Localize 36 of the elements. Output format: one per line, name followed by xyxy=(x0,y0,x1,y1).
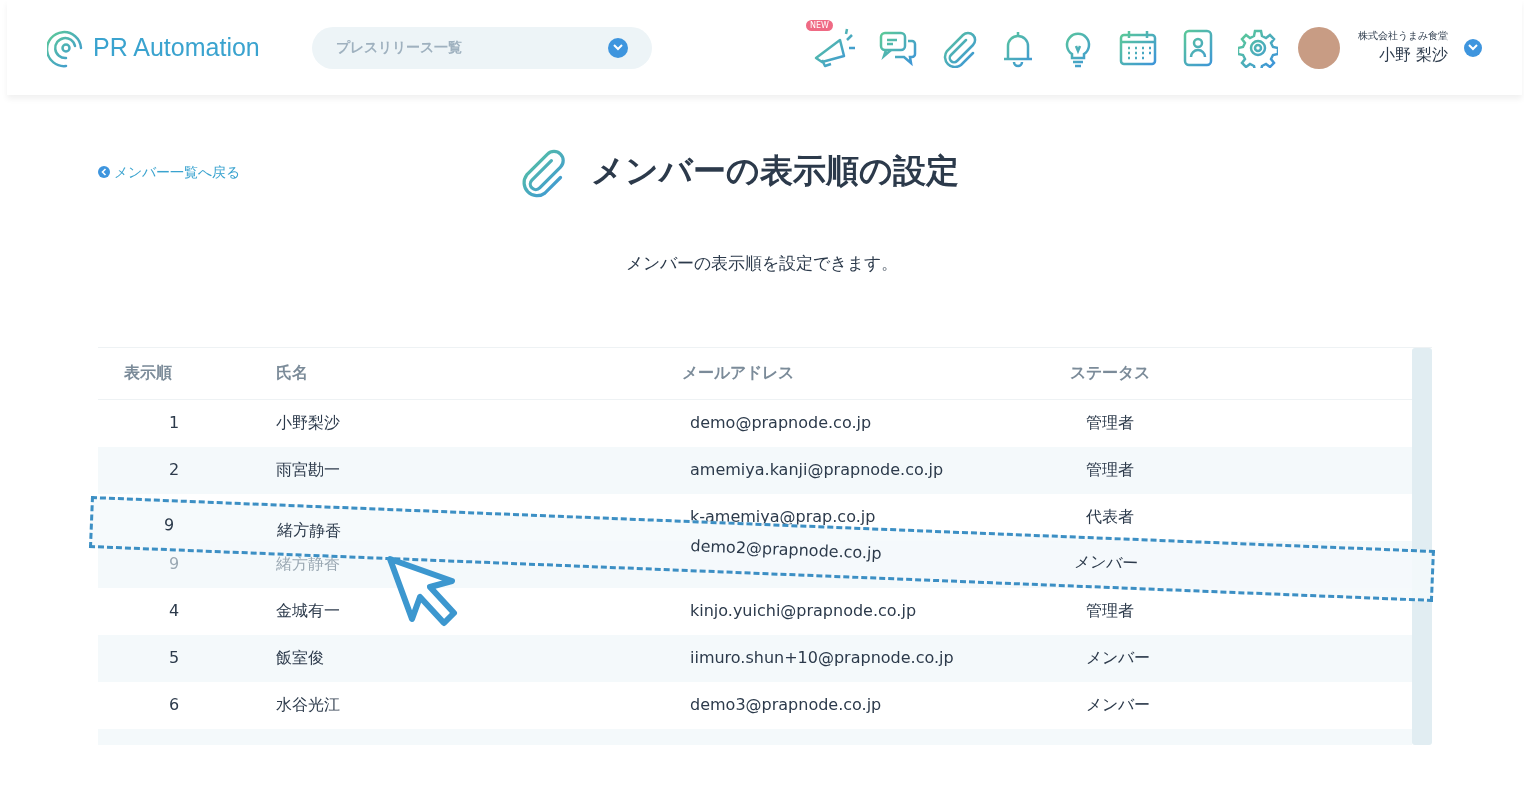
email-cell: k-amemiya@prap.co.jp xyxy=(690,507,876,526)
order-cell: 1 xyxy=(168,413,180,432)
name-cell: 雨宮勘一 xyxy=(276,460,340,479)
name-header: 氏名 xyxy=(276,363,308,382)
name-cell: 小野梨沙 xyxy=(276,413,340,432)
order-cell: 9 xyxy=(168,554,180,573)
email-cell: amemiya.kanji@prapnode.co.jp xyxy=(690,460,944,479)
order-cell: 2 xyxy=(168,460,180,479)
email-cell: kinjo.yuichi@prapnode.co.jp xyxy=(690,601,917,620)
name-cell: 緒方静香 xyxy=(276,519,342,541)
order-cell: 4 xyxy=(168,601,180,620)
status-cell: 代表者 xyxy=(1086,507,1134,526)
email-header: メールアドレス xyxy=(682,363,794,382)
name-cell: 金城有一 xyxy=(276,601,340,620)
page-description: メンバーの表示順を設定できます。 xyxy=(626,252,898,275)
order-cell: 6 xyxy=(168,695,180,714)
status-header: ステータス xyxy=(1070,363,1150,382)
status-cell: メンバー xyxy=(1086,695,1150,714)
user-name: 小野 梨沙 xyxy=(1378,44,1448,66)
email-cell: demo3@prapnode.co.jp xyxy=(690,695,882,714)
order-cell: 9 xyxy=(163,514,175,534)
email-cell: iimuro.shun+10@prapnode.co.jp xyxy=(690,648,954,667)
status-cell: メンバー xyxy=(1073,551,1139,573)
order-cell: 5 xyxy=(168,648,180,667)
order-header: 表示順 xyxy=(124,363,172,382)
status-cell: 管理者 xyxy=(1086,460,1134,479)
email-cell: demo2@prapnode.co.jp xyxy=(690,535,883,563)
status-cell: 管理者 xyxy=(1086,413,1134,432)
name-cell: 飯室俊 xyxy=(276,648,324,667)
status-cell: メンバー xyxy=(1086,648,1150,667)
email-cell: demo@prapnode.co.jp xyxy=(690,413,872,432)
new-badge: NEW xyxy=(806,19,833,32)
company-name: 株式会社うまみ食堂 xyxy=(1358,29,1448,43)
page-title: メンバーの表示順の設定 xyxy=(591,151,959,191)
status-cell: 管理者 xyxy=(1086,601,1134,620)
name-cell: 水谷光江 xyxy=(276,695,340,714)
